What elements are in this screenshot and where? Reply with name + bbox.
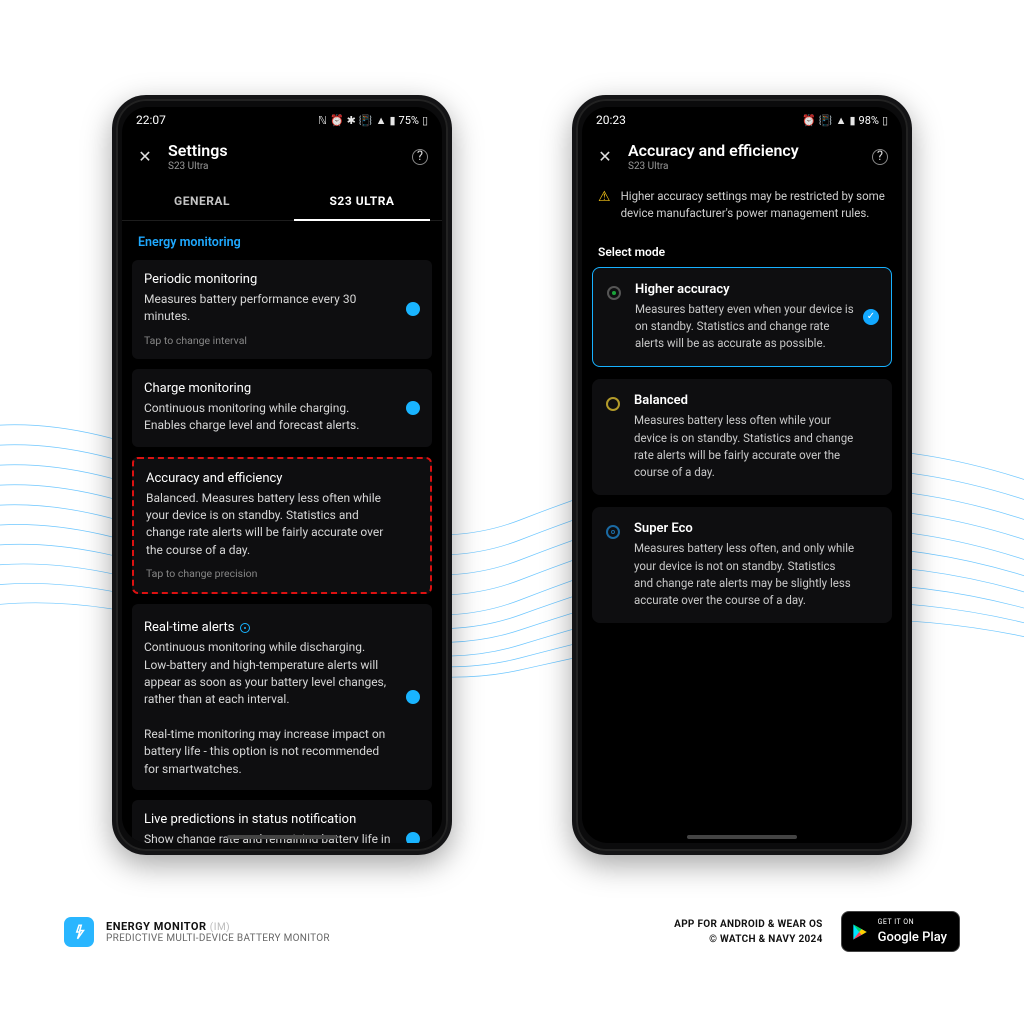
mode-higher-accuracy[interactable]: Higher accuracy Measures battery even wh… xyxy=(592,267,892,368)
nfc-icon: ℕ xyxy=(318,114,327,127)
signal-icon: ▮ xyxy=(389,114,395,127)
brand-name: ENERGY MONITOR xyxy=(106,920,207,933)
check-icon: ✓ xyxy=(863,309,879,325)
mode-desc: Measures battery less often, and only wh… xyxy=(634,540,880,609)
info-icon[interactable] xyxy=(240,623,250,633)
alarm-icon: ⏰ xyxy=(330,114,344,127)
mode-desc: Measures battery less often while your d… xyxy=(634,412,880,481)
setting-periodic-monitoring[interactable]: Periodic monitoring Measures battery per… xyxy=(132,260,432,359)
store-small: GET IT ON xyxy=(878,918,947,926)
item-title: Accuracy and efficiency xyxy=(146,471,418,486)
item-title: Charge monitoring xyxy=(144,381,420,396)
vibrate-icon: 📳 xyxy=(359,114,373,127)
page-subtitle: S23 Ultra xyxy=(168,161,398,172)
page-subtitle: S23 Ultra xyxy=(628,161,858,172)
setting-accuracy-efficiency[interactable]: Accuracy and efficiency Balanced. Measur… xyxy=(132,457,432,595)
item-hint: Tap to change precision xyxy=(146,567,418,580)
app-logo-icon xyxy=(64,917,94,947)
status-bar: 22:07 ℕ ⏰ ✱ 📳 ▲ ▮ 75% ▯ xyxy=(122,107,442,131)
mode-desc: Measures battery even when your device i… xyxy=(635,301,879,353)
mode-title: Super Eco xyxy=(634,521,880,536)
status-bar: 20:23 ⏰ 📳 ▲ ▮ 98% ▯ xyxy=(582,107,902,131)
wifi-icon: ▲ xyxy=(836,114,847,127)
help-icon[interactable]: ? xyxy=(412,149,428,165)
item-desc: Continuous monitoring while discharging.… xyxy=(144,639,420,778)
warning-icon: ⚠ xyxy=(598,190,611,204)
warning-text: Higher accuracy settings may be restrict… xyxy=(621,188,886,223)
select-mode-label: Select mode xyxy=(582,231,902,267)
page-title: Accuracy and efficiency xyxy=(628,141,858,160)
radio-icon xyxy=(607,286,621,300)
bluetooth-icon: ✱ xyxy=(347,114,356,127)
section-energy-monitoring: Energy monitoring xyxy=(122,221,442,260)
toggle-icon[interactable] xyxy=(406,832,420,843)
tab-general[interactable]: GENERAL xyxy=(122,184,282,220)
battery-icon: ▯ xyxy=(422,114,428,127)
google-play-button[interactable]: GET IT ON Google Play xyxy=(841,911,960,952)
toggle-icon[interactable] xyxy=(406,690,420,704)
status-time: 20:23 xyxy=(596,113,626,127)
mode-title: Balanced xyxy=(634,393,880,408)
wifi-icon: ▲ xyxy=(376,114,387,127)
toggle-icon[interactable] xyxy=(406,302,420,316)
nav-bar-icon[interactable] xyxy=(227,835,337,839)
battery-icon: ▯ xyxy=(882,114,888,127)
mode-balanced[interactable]: Balanced Measures battery less often whi… xyxy=(592,379,892,495)
setting-charge-monitoring[interactable]: Charge monitoring Continuous monitoring … xyxy=(132,369,432,447)
toggle-icon[interactable] xyxy=(406,401,420,415)
store-big: Google Play xyxy=(878,930,947,945)
brand: ENERGY MONITOR (IM) PREDICTIVE MULTI-DEV… xyxy=(64,917,330,947)
item-title: Real-time alerts xyxy=(144,620,234,635)
phone-left: 22:07 ℕ ⏰ ✱ 📳 ▲ ▮ 75% ▯ ✕ Set xyxy=(112,95,452,855)
item-desc: Balanced. Measures battery less often wh… xyxy=(146,490,418,560)
item-desc: Measures battery performance every 30 mi… xyxy=(144,291,420,326)
close-icon[interactable]: ✕ xyxy=(596,147,614,166)
setting-real-time-alerts[interactable]: Real-time alerts Continuous monitoring w… xyxy=(132,604,432,790)
radio-icon xyxy=(606,525,620,539)
status-battery: 98% xyxy=(859,114,879,127)
brand-tm: (IM) xyxy=(210,922,230,933)
item-title: Periodic monitoring xyxy=(144,272,420,287)
radio-icon xyxy=(606,397,620,411)
signal-icon: ▮ xyxy=(849,114,855,127)
status-battery: 75% xyxy=(399,114,419,127)
mode-title: Higher accuracy xyxy=(635,282,879,297)
item-title: Live predictions in status notification xyxy=(144,812,420,827)
google-play-icon xyxy=(850,922,870,942)
mode-super-eco[interactable]: Super Eco Measures battery less often, a… xyxy=(592,507,892,623)
page-title: Settings xyxy=(168,141,398,160)
vibrate-icon: 📳 xyxy=(819,114,833,127)
help-icon[interactable]: ? xyxy=(872,149,888,165)
legal-line-1: APP FOR ANDROID & WEAR OS xyxy=(674,917,822,932)
nav-bar-icon[interactable] xyxy=(687,835,797,839)
brand-tagline: PREDICTIVE MULTI-DEVICE BATTERY MONITOR xyxy=(106,933,330,944)
item-desc: Continuous monitoring while charging. En… xyxy=(144,400,420,435)
alarm-icon: ⏰ xyxy=(802,114,816,127)
legal-line-2: © WATCH & NAVY 2024 xyxy=(674,932,822,947)
tab-device[interactable]: S23 ULTRA xyxy=(282,184,442,220)
close-icon[interactable]: ✕ xyxy=(136,147,154,166)
item-hint: Tap to change interval xyxy=(144,334,420,347)
phone-right: 20:23 ⏰ 📳 ▲ ▮ 98% ▯ ✕ Accuracy and effic… xyxy=(572,95,912,855)
status-time: 22:07 xyxy=(136,113,166,127)
